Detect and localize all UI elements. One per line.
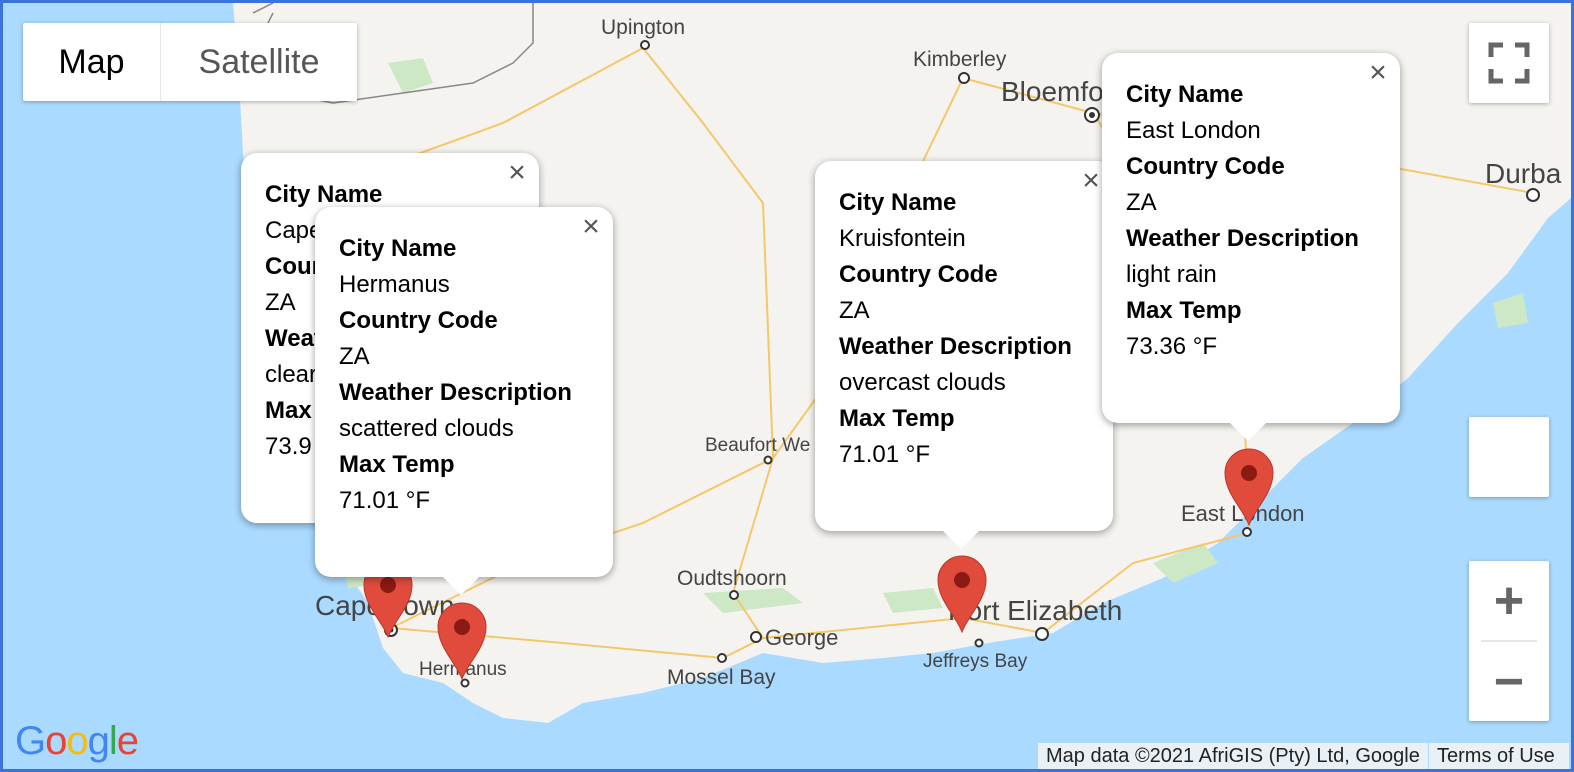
place-label-bloemfontein: Bloemfo (1001, 76, 1104, 107)
city-name-label: City Name (1126, 81, 1244, 108)
place-label-george: George (765, 625, 838, 650)
logo-letter: G (15, 719, 46, 763)
weather-description-value: overcast clouds (839, 369, 1006, 396)
park-area (1493, 293, 1528, 328)
fullscreen-icon (1488, 42, 1530, 84)
weather-description-label: Weather Description (1126, 225, 1359, 252)
logo-letter: o (45, 719, 67, 763)
place-label-upington: Upington (601, 16, 685, 39)
info-window-tail (941, 529, 981, 549)
fullscreen-button[interactable] (1469, 23, 1549, 103)
city-name-value: Kruisfontein (839, 225, 966, 252)
city-name-value: Hermanus (339, 271, 450, 298)
zoom-in-button[interactable]: + (1469, 561, 1549, 640)
map-pin-icon[interactable] (436, 601, 488, 681)
close-icon[interactable]: × (1077, 166, 1105, 196)
place-label-beaufort-west: Beaufort We (705, 435, 810, 456)
country-code-label: Country Code (1126, 153, 1285, 180)
place-label-kimberley: Kimberley (913, 48, 1007, 71)
weather-description-value: scattered clouds (339, 415, 514, 442)
max-temp-label: Max Temp (1126, 297, 1242, 324)
country-code-label: Country Code (339, 307, 498, 334)
weather-description-value: light rain (1126, 261, 1217, 288)
city-name-label: City Name (839, 189, 957, 216)
max-temp-value: 71.01 °F (339, 487, 430, 514)
info-window-tail (441, 575, 481, 595)
close-icon[interactable]: × (577, 212, 605, 242)
max-temp-value: 73.36 °F (1126, 333, 1217, 360)
max-temp-value: 71.01 °F (839, 441, 930, 468)
country-code-value: ZA (339, 343, 370, 370)
max-temp-label: Max Temp (839, 405, 955, 432)
zoom-out-button[interactable]: − (1469, 642, 1549, 721)
place-label-jeffreys-bay: Jeffreys Bay (923, 651, 1028, 672)
terms-of-use-link[interactable]: Terms of Use (1429, 743, 1569, 769)
street-view-pegman[interactable] (1469, 417, 1549, 497)
map-view-button[interactable]: Map (23, 23, 161, 101)
info-window-tail (1228, 421, 1268, 441)
close-icon[interactable]: × (1364, 58, 1392, 88)
info-window-hermanus: × City Name Hermanus Country Code ZA Wea… (315, 207, 613, 595)
satellite-view-button[interactable]: Satellite (161, 23, 357, 101)
place-label-durban: Durba (1485, 158, 1562, 189)
weather-description-label: Weather Description (839, 333, 1072, 360)
city-name-value: East London (1126, 117, 1261, 144)
logo-letter: g (87, 719, 110, 763)
city-name-label: City Name (339, 235, 457, 262)
max-temp-label: Max Temp (339, 451, 455, 478)
country-code-label: Country Code (839, 261, 998, 288)
map-data-attribution: Map data ©2021 AfriGIS (Pty) Ltd, Google (1038, 743, 1428, 769)
logo-letter: l (108, 719, 118, 763)
close-icon[interactable]: × (503, 158, 531, 188)
logo-letter: e (116, 719, 139, 763)
country-code-value: ZA (839, 297, 870, 324)
logo-letter: o (66, 719, 88, 763)
info-window-east-london: × City Name East London Country Code ZA … (1102, 53, 1400, 441)
info-window-kruisfontein: × City Name Kruisfontein Country Code ZA… (815, 161, 1113, 549)
map-container[interactable]: Upington Kimberley Bloemfo Durba Beaufor… (0, 0, 1574, 772)
zoom-control: + − (1469, 561, 1549, 721)
map-pin-icon[interactable] (1223, 447, 1275, 527)
place-label-oudtshoorn: Oudtshoorn (677, 567, 787, 590)
map-type-control: Map Satellite (23, 23, 357, 101)
map-pin-icon[interactable] (936, 554, 988, 634)
country-code-value: ZA (1126, 189, 1157, 216)
place-label-mossel-bay: Mossel Bay (667, 666, 776, 689)
weather-description-label: Weather Description (339, 379, 572, 406)
google-logo[interactable]: Google (15, 719, 139, 764)
